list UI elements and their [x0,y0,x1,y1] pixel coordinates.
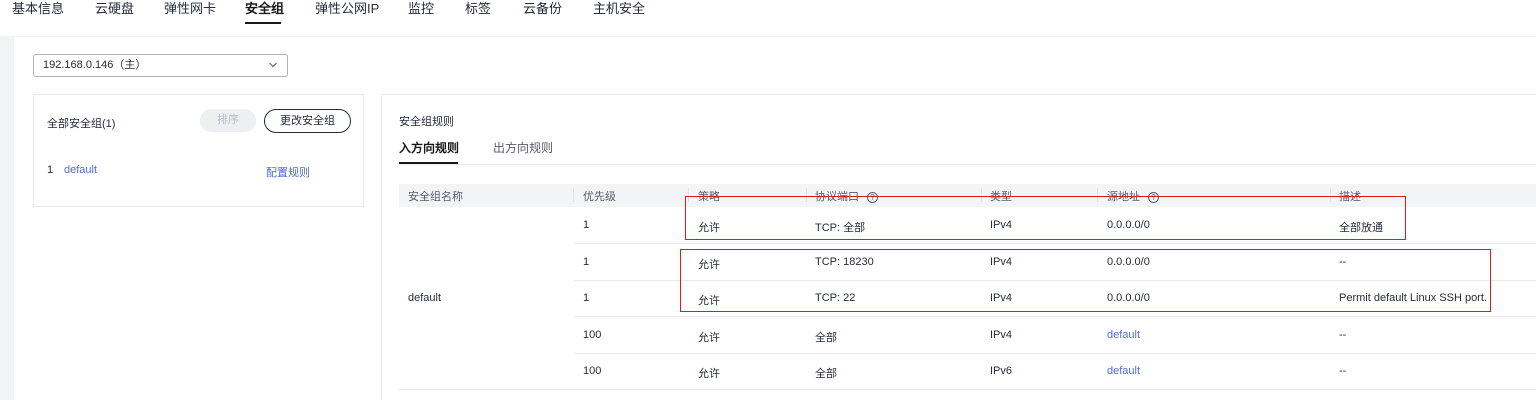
rule-description: -- [1339,329,1347,341]
tab-inbound-rules[interactable]: 入方向规则 [399,140,459,156]
configure-rules-link[interactable]: 配置规则 [266,164,310,180]
tab-security-group[interactable]: 安全组 [245,0,284,18]
security-group-rules-card [381,94,1536,400]
rule-source-link[interactable]: default [1107,365,1140,377]
rules-title: 安全组规则 [399,116,454,128]
highlight-box [680,249,1491,312]
rule-group-name: default [408,292,442,304]
rule-protocol-port: 全部 [815,368,837,380]
nic-select[interactable]: 192.168.0.146（主） [33,54,288,77]
row-divider [574,243,1536,244]
row-divider [399,389,1536,390]
chevron-down-icon [269,62,277,68]
active-tab-indicator [245,22,281,24]
column-header-group-name: 安全组名称 [408,191,463,203]
tab-eip[interactable]: 弹性公网IP [315,0,379,18]
security-group-list: 全部安全组(1) 排序 更改安全组 1 default 配置规则 [33,94,364,207]
column-header-priority: 优先级 [583,191,616,203]
highlight-box [685,196,1406,240]
change-security-group-button[interactable]: 更改安全组 [264,109,351,133]
security-group-count: 全部安全组(1) [47,118,116,130]
rule-priority: 1 [583,219,590,231]
rule-priority: 1 [583,256,590,268]
rule-source-link[interactable]: default [1107,329,1140,341]
rule-priority: 100 [583,365,602,377]
tab-cloud-backup[interactable]: 云备份 [523,0,562,18]
tab-cloud-disk[interactable]: 云硬盘 [95,0,134,18]
nic-select-value: 192.168.0.146（主） [43,59,147,71]
rule-description: -- [1339,365,1347,377]
row-divider [574,316,1536,317]
rules-tabs-divider [399,164,1536,165]
rule-policy: 允许 [698,368,720,380]
rule-type: IPv6 [990,365,1013,377]
rule-priority: 100 [583,329,602,341]
tab-host-security[interactable]: 主机安全 [593,0,645,18]
tab-basic-info[interactable]: 基本信息 [12,0,64,18]
tab-tags[interactable]: 标签 [465,0,491,18]
row-divider [574,353,1536,354]
tab-elastic-nic[interactable]: 弹性网卡 [164,0,216,18]
rule-priority: 1 [583,292,590,304]
sort-button[interactable]: 排序 [200,109,256,132]
security-group-name-link[interactable]: default [64,164,97,176]
column-divider [573,188,574,202]
instance-detail-tabs: 基本信息 云硬盘 弹性网卡 安全组 弹性公网IP 监控 标签 云备份 主机安全 [0,0,1536,36]
tab-monitoring[interactable]: 监控 [408,0,434,18]
rule-type: IPv4 [990,329,1013,341]
rule-policy: 允许 [698,332,720,344]
rule-protocol-port: 全部 [815,332,837,344]
tab-outbound-rules[interactable]: 出方向规则 [493,140,553,156]
security-group-index: 1 [47,164,54,176]
